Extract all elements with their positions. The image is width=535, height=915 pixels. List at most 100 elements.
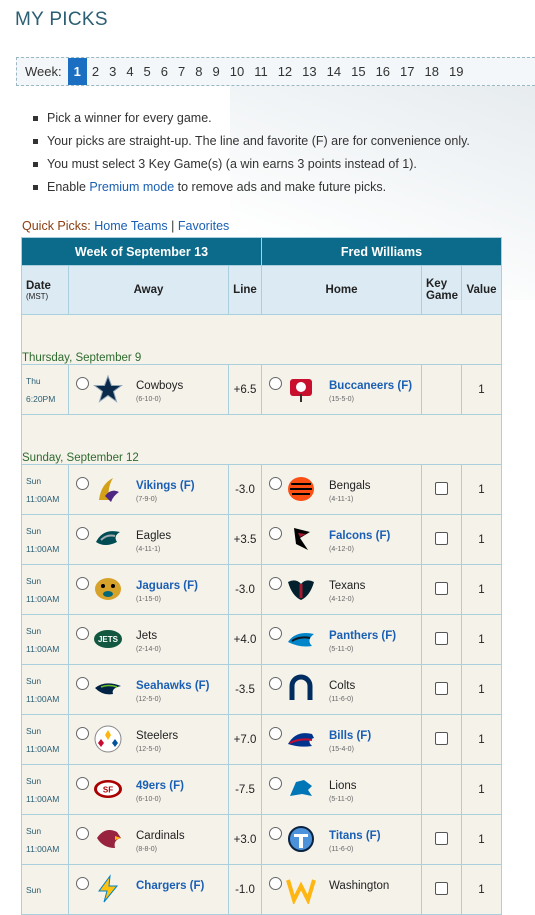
- game-row: Thu 6:20PM Cowboys (6-10-0) +6.5 Buccaneers (…: [21, 364, 502, 415]
- picks-table: Week of September 13 Fred Williams Date …: [21, 237, 502, 915]
- home-pick-radio[interactable]: [269, 877, 282, 890]
- away-pick-radio[interactable]: [76, 477, 89, 490]
- week-12-link[interactable]: 12: [273, 58, 297, 85]
- game-day: Sun: [26, 775, 42, 786]
- week-8-link[interactable]: 8: [190, 58, 207, 85]
- away-pick-radio[interactable]: [76, 577, 89, 590]
- game-date-cell: Sun 11:00AM: [21, 564, 69, 615]
- titans-t-icon: [286, 824, 316, 854]
- key-game-checkbox[interactable]: [435, 681, 448, 695]
- home-team-cell: Colts (11-6-0): [261, 664, 422, 715]
- key-game-checkbox[interactable]: [435, 731, 448, 745]
- home-team-name: Buccaneers (F): [329, 380, 413, 392]
- flag-logo-icon: [286, 374, 316, 404]
- week-16-link[interactable]: 16: [371, 58, 395, 85]
- away-pick-radio[interactable]: [76, 777, 89, 790]
- page-title: MY PICKS: [15, 9, 108, 30]
- away-pick-radio[interactable]: [76, 527, 89, 540]
- home-pick-radio[interactable]: [269, 827, 282, 840]
- key-header-line2: Game: [426, 290, 458, 302]
- away-team-record: (12-5-0): [136, 696, 161, 703]
- key-game-checkbox[interactable]: [435, 831, 448, 845]
- week-6-link[interactable]: 6: [156, 58, 173, 85]
- star-logo-icon: [93, 374, 123, 404]
- week-3-link[interactable]: 3: [104, 58, 121, 85]
- home-team: Washington: [262, 865, 421, 914]
- rule-item: Your picks are straight-up. The line and…: [30, 133, 470, 156]
- game-date-cell: Sun 11:00AM: [21, 714, 69, 765]
- away-team-cell: Cardinals (8-8-0): [68, 814, 229, 865]
- away-team-cell: Eagles (4-11-1): [68, 514, 229, 565]
- home-team-cell: Lions (5-11-0): [261, 764, 422, 815]
- home-team-cell: Titans (F) (11-6-0): [261, 814, 422, 865]
- rule-item: Pick a winner for every game.: [30, 110, 470, 133]
- key-game-checkbox[interactable]: [435, 631, 448, 645]
- away-team-cell: Vikings (F) (7-9-0): [68, 464, 229, 515]
- away-pick-radio[interactable]: [76, 727, 89, 740]
- horseshoe-icon: [286, 674, 316, 704]
- line-header: Line: [228, 265, 262, 315]
- key-game-checkbox[interactable]: [435, 881, 448, 895]
- away-team-cell: Chargers (F): [68, 864, 229, 915]
- week-5-link[interactable]: 5: [139, 58, 156, 85]
- week-7-link[interactable]: 7: [173, 58, 190, 85]
- sf-oval-icon: SF: [93, 774, 123, 804]
- home-pick-radio[interactable]: [269, 477, 282, 490]
- key-game-checkbox[interactable]: [435, 531, 448, 545]
- game-value: 1: [461, 664, 502, 715]
- away-team-name: Eagles: [136, 530, 172, 542]
- week-19-link[interactable]: 19: [444, 58, 468, 85]
- quick-pick-home-teams-link[interactable]: Home Teams: [94, 219, 167, 233]
- week-13-link[interactable]: 13: [297, 58, 321, 85]
- game-value: 1: [461, 464, 502, 515]
- week-1-link[interactable]: 1: [67, 58, 87, 85]
- away-team-name: Cowboys: [136, 380, 184, 392]
- away-team-record: (6-10-0): [136, 396, 161, 403]
- week-14-link[interactable]: 14: [322, 58, 346, 85]
- quick-pick-separator: |: [171, 219, 175, 233]
- game-value: 1: [461, 814, 502, 865]
- week-17-link[interactable]: 17: [395, 58, 419, 85]
- home-team: Bengals (4-11-1): [262, 465, 421, 514]
- key-game-cell: [421, 814, 462, 865]
- premium-mode-link[interactable]: Premium mode: [89, 180, 174, 194]
- week-4-link[interactable]: 4: [121, 58, 138, 85]
- key-game-checkbox[interactable]: [435, 481, 448, 495]
- game-time: 11:00AM: [26, 843, 60, 854]
- game-date-cell: Sun 11:00AM: [21, 814, 69, 865]
- quick-pick-favorites-link[interactable]: Favorites: [178, 219, 229, 233]
- away-pick-radio[interactable]: [76, 827, 89, 840]
- away-team: Seahawks (F) (12-5-0): [69, 665, 228, 714]
- home-team-cell: Bills (F) (15-4-0): [261, 714, 422, 765]
- week-9-link[interactable]: 9: [207, 58, 224, 85]
- game-line: +3.5: [228, 514, 262, 565]
- away-pick-radio[interactable]: [76, 627, 89, 640]
- away-pick-radio[interactable]: [76, 677, 89, 690]
- week-18-link[interactable]: 18: [420, 58, 444, 85]
- away-pick-radio[interactable]: [76, 877, 89, 890]
- home-team-record: (11-6-0): [329, 696, 354, 703]
- home-pick-radio[interactable]: [269, 377, 282, 390]
- home-pick-radio[interactable]: [269, 577, 282, 590]
- week-15-link[interactable]: 15: [346, 58, 370, 85]
- date-section-title: Thursday, September 9: [21, 314, 502, 365]
- home-pick-radio[interactable]: [269, 727, 282, 740]
- home-team-record: (15-5-0): [329, 396, 354, 403]
- game-row: Sun Chargers (F) -1.0 Washington 1: [21, 864, 502, 915]
- home-team-name: Panthers (F): [329, 630, 397, 642]
- game-line: +3.0: [228, 814, 262, 865]
- home-pick-radio[interactable]: [269, 527, 282, 540]
- game-row: Sun 11:00AM JETS Jets (2-14-0) +4.0 Panthers (…: [21, 614, 502, 665]
- key-game-checkbox[interactable]: [435, 581, 448, 595]
- week-11-link[interactable]: 11: [249, 58, 273, 85]
- away-team-record: (8-8-0): [136, 846, 158, 853]
- week-10-link[interactable]: 10: [225, 58, 249, 85]
- home-pick-radio[interactable]: [269, 677, 282, 690]
- game-date-cell: Sun 11:00AM: [21, 664, 69, 715]
- home-pick-radio[interactable]: [269, 627, 282, 640]
- away-pick-radio[interactable]: [76, 377, 89, 390]
- tiger-head-icon: [286, 474, 316, 504]
- week-2-link[interactable]: 2: [87, 58, 104, 85]
- game-date-cell: Sun 11:00AM: [21, 614, 69, 665]
- home-pick-radio[interactable]: [269, 777, 282, 790]
